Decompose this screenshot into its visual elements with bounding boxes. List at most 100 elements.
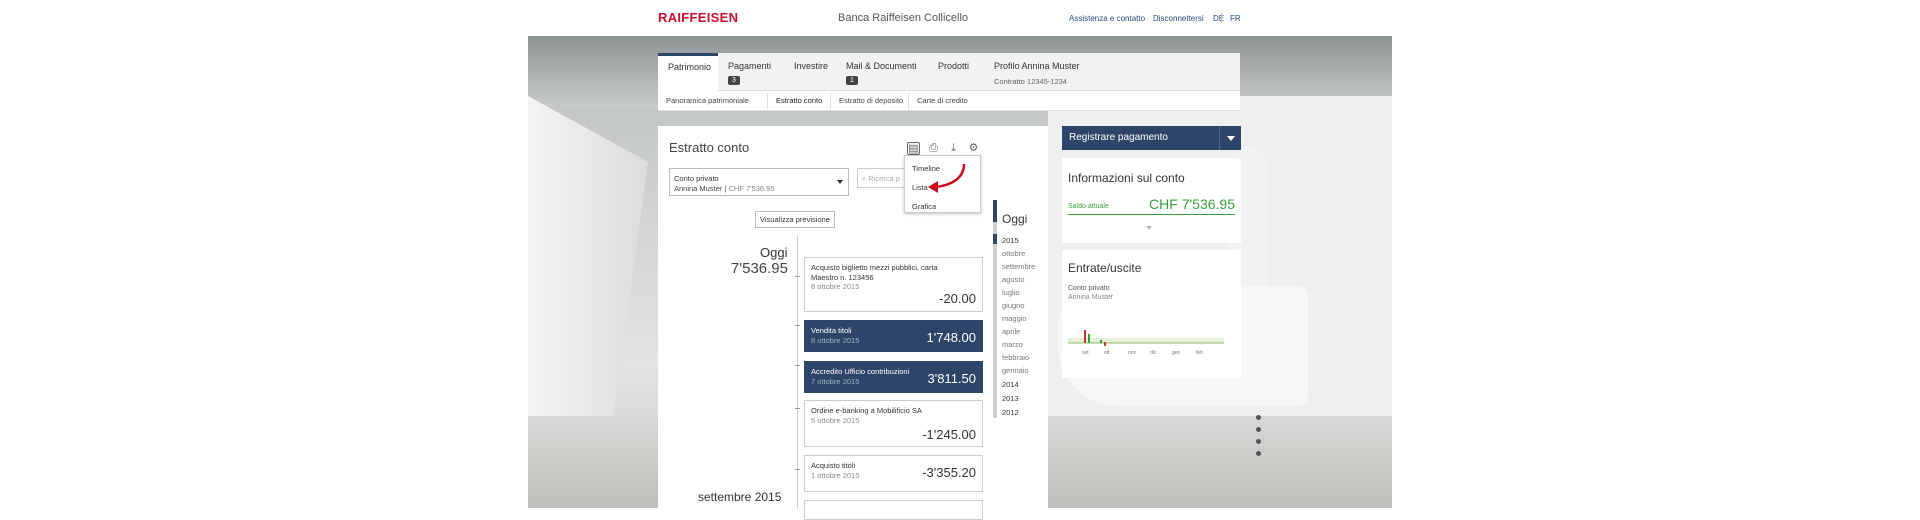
support-contact-link[interactable]: Assistenza e contatto bbox=[1069, 14, 1145, 23]
chart-bar-income bbox=[1100, 340, 1102, 343]
chart-bar-expense bbox=[1084, 330, 1086, 343]
subnav-divider bbox=[767, 93, 768, 109]
transaction-title: Accredito Ufficio contribuzioni bbox=[811, 367, 910, 376]
transaction-card[interactable]: Acquisto titoli 1 ottobre 2015 -3'355.20 bbox=[804, 455, 983, 492]
tab-prodotti[interactable]: Prodotti bbox=[928, 53, 984, 91]
tab-label: Prodotti bbox=[938, 61, 970, 71]
year-nav-item[interactable]: aprile bbox=[1002, 327, 1020, 336]
arrow-path bbox=[935, 163, 966, 189]
bg-wall-left bbox=[528, 96, 648, 426]
menu-item-grafica[interactable]: Grafica bbox=[912, 202, 936, 211]
chart-month-label: set bbox=[1082, 350, 1089, 356]
main-tabs: Patrimonio Pagamenti 3 Investire Mail & D… bbox=[658, 53, 1240, 91]
year-nav-item[interactable]: 2015 bbox=[1002, 236, 1019, 245]
year-nav-item[interactable]: giugno bbox=[1002, 301, 1025, 310]
print-icon[interactable]: ⎙ bbox=[927, 142, 940, 155]
chart-bar-income bbox=[1088, 334, 1090, 343]
year-nav-active-marker bbox=[993, 234, 997, 244]
chart-month-label: feb bbox=[1196, 350, 1203, 356]
subnav-estratto-deposito[interactable]: Estratto di deposito bbox=[839, 96, 903, 105]
year-nav-item[interactable]: 2013 bbox=[1002, 394, 1019, 403]
timeline-tick bbox=[795, 469, 800, 470]
year-nav-item[interactable]: 2012 bbox=[1002, 408, 1019, 417]
raiffeisen-logo[interactable]: RAIFFEISEN bbox=[658, 10, 738, 25]
year-nav-item[interactable]: marzo bbox=[1002, 340, 1023, 349]
logout-link[interactable]: Disconnettersi bbox=[1153, 14, 1204, 23]
transaction-amount: 3'811.50 bbox=[927, 371, 976, 386]
year-nav-item[interactable]: settembre bbox=[1002, 262, 1035, 271]
sub-navigation: Panoramica patrimoniale Estratto conto E… bbox=[658, 91, 1240, 111]
subnav-divider bbox=[830, 93, 831, 109]
transaction-card[interactable]: Accredito Ufficio contribuzioni 7 ottobr… bbox=[804, 361, 983, 393]
lang-de-link[interactable]: DE bbox=[1213, 14, 1224, 23]
page-title: Estratto conto bbox=[669, 140, 750, 155]
timeline-tick bbox=[795, 365, 800, 366]
carousel-dots[interactable] bbox=[1256, 415, 1261, 463]
pagamenti-count-badge: 3 bbox=[728, 76, 740, 85]
settings-gear-icon[interactable]: ⚙ bbox=[967, 142, 980, 155]
account-balance: CHF 7'536.95 bbox=[728, 184, 775, 193]
download-icon[interactable]: ⤓ bbox=[947, 142, 960, 155]
transaction-title: Ordine e-banking a Mobilificio SA bbox=[811, 406, 922, 415]
tab-patrimonio[interactable]: Patrimonio bbox=[658, 53, 718, 91]
search-placeholder: Ricerca p bbox=[868, 174, 900, 183]
year-nav-today[interactable]: Oggi bbox=[1002, 212, 1027, 226]
top-header: RAIFFEISEN Banca Raiffeisen Collicello A… bbox=[0, 0, 1920, 36]
tab-profilo[interactable]: Profilo Annina Muster Contratto 12345-123… bbox=[984, 53, 1094, 91]
lang-divider bbox=[1221, 13, 1222, 23]
year-nav-item[interactable]: febbraio bbox=[1002, 353, 1029, 362]
forecast-button[interactable]: Visualizza previsione bbox=[755, 211, 835, 228]
lang-fr-link[interactable]: FR bbox=[1230, 14, 1241, 23]
chart-month-label: dic bbox=[1150, 350, 1157, 356]
transaction-card[interactable]: Acquisto biglietto mezzi pubblici, carta… bbox=[804, 257, 983, 312]
chart-month-label: gen bbox=[1172, 350, 1181, 356]
register-payment-button[interactable]: Registrare pagamento bbox=[1062, 126, 1241, 150]
transaction-date: 5 ottobre 2015 bbox=[811, 416, 860, 425]
chevron-down-icon[interactable] bbox=[1219, 126, 1241, 150]
current-balance-label: Saldo attuale bbox=[1068, 203, 1109, 210]
tab-investire[interactable]: Investire bbox=[784, 53, 836, 91]
search-input[interactable]: ⌕ Ricerca p bbox=[857, 168, 909, 188]
view-toggle-icon[interactable]: ▤ bbox=[907, 142, 920, 155]
widget-account-name: Conto privato bbox=[1068, 285, 1110, 292]
carousel-dot[interactable] bbox=[1256, 439, 1261, 444]
timeline-tick bbox=[795, 276, 800, 277]
bank-name: Banca Raiffeisen Collicello bbox=[838, 12, 969, 24]
mail-count-badge: 1 bbox=[846, 76, 858, 85]
timeline-tick bbox=[795, 325, 800, 326]
subnav-estratto-conto[interactable]: Estratto conto bbox=[776, 96, 822, 105]
chart-band bbox=[1068, 338, 1224, 343]
year-nav-item[interactable]: agosto bbox=[1002, 275, 1025, 284]
year-nav-item[interactable]: gennaio bbox=[1002, 366, 1029, 375]
income-expenses-widget: Entrate/uscite Conto privato Annina Must… bbox=[1062, 250, 1241, 378]
tab-pagamenti[interactable]: Pagamenti 3 bbox=[718, 53, 784, 91]
year-nav-item[interactable]: luglio bbox=[1002, 288, 1020, 297]
year-nav-item[interactable]: ottobre bbox=[1002, 249, 1025, 258]
transaction-card[interactable]: Ordine e-banking a Mobilificio SA 5 otto… bbox=[804, 400, 983, 447]
year-nav-scrollbar[interactable] bbox=[993, 200, 997, 418]
timeline-tick bbox=[795, 408, 800, 409]
year-nav-item[interactable]: maggio bbox=[1002, 314, 1027, 323]
tab-mail-documenti[interactable]: Mail & Documenti 1 bbox=[836, 53, 928, 91]
transaction-card-partial[interactable] bbox=[804, 500, 983, 520]
carousel-dot[interactable] bbox=[1256, 427, 1261, 432]
tab-label: Mail & Documenti bbox=[846, 61, 917, 71]
tab-label: Investire bbox=[794, 61, 829, 71]
chevron-down-icon[interactable] bbox=[1146, 226, 1152, 230]
subnav-panoramica[interactable]: Panoramica patrimoniale bbox=[666, 96, 749, 105]
tab-label: Profilo Annina Muster bbox=[994, 61, 1080, 71]
red-arrow-annotation bbox=[928, 163, 966, 193]
month-heading: settembre 2015 bbox=[698, 490, 782, 504]
subnav-divider bbox=[908, 93, 909, 109]
transaction-card[interactable]: Vendita titoli 8 ottobre 2015 1'748.00 bbox=[804, 320, 983, 352]
carousel-dot[interactable] bbox=[1256, 415, 1261, 420]
transaction-date: 1 ottobre 2015 bbox=[811, 471, 860, 480]
income-expenses-chart[interactable]: set ott nov dic gen feb bbox=[1068, 310, 1235, 372]
current-balance-value: CHF 7'536.95 bbox=[1149, 196, 1235, 212]
carousel-dot[interactable] bbox=[1256, 451, 1261, 456]
year-nav-item[interactable]: 2014 bbox=[1002, 380, 1019, 389]
chevron-down-icon bbox=[837, 180, 843, 184]
account-select[interactable]: Conto privato Annina Muster | CHF 7'536.… bbox=[669, 168, 849, 196]
year-nav-active-marker bbox=[993, 200, 997, 222]
subnav-carte-credito[interactable]: Carte di credito bbox=[917, 96, 968, 105]
